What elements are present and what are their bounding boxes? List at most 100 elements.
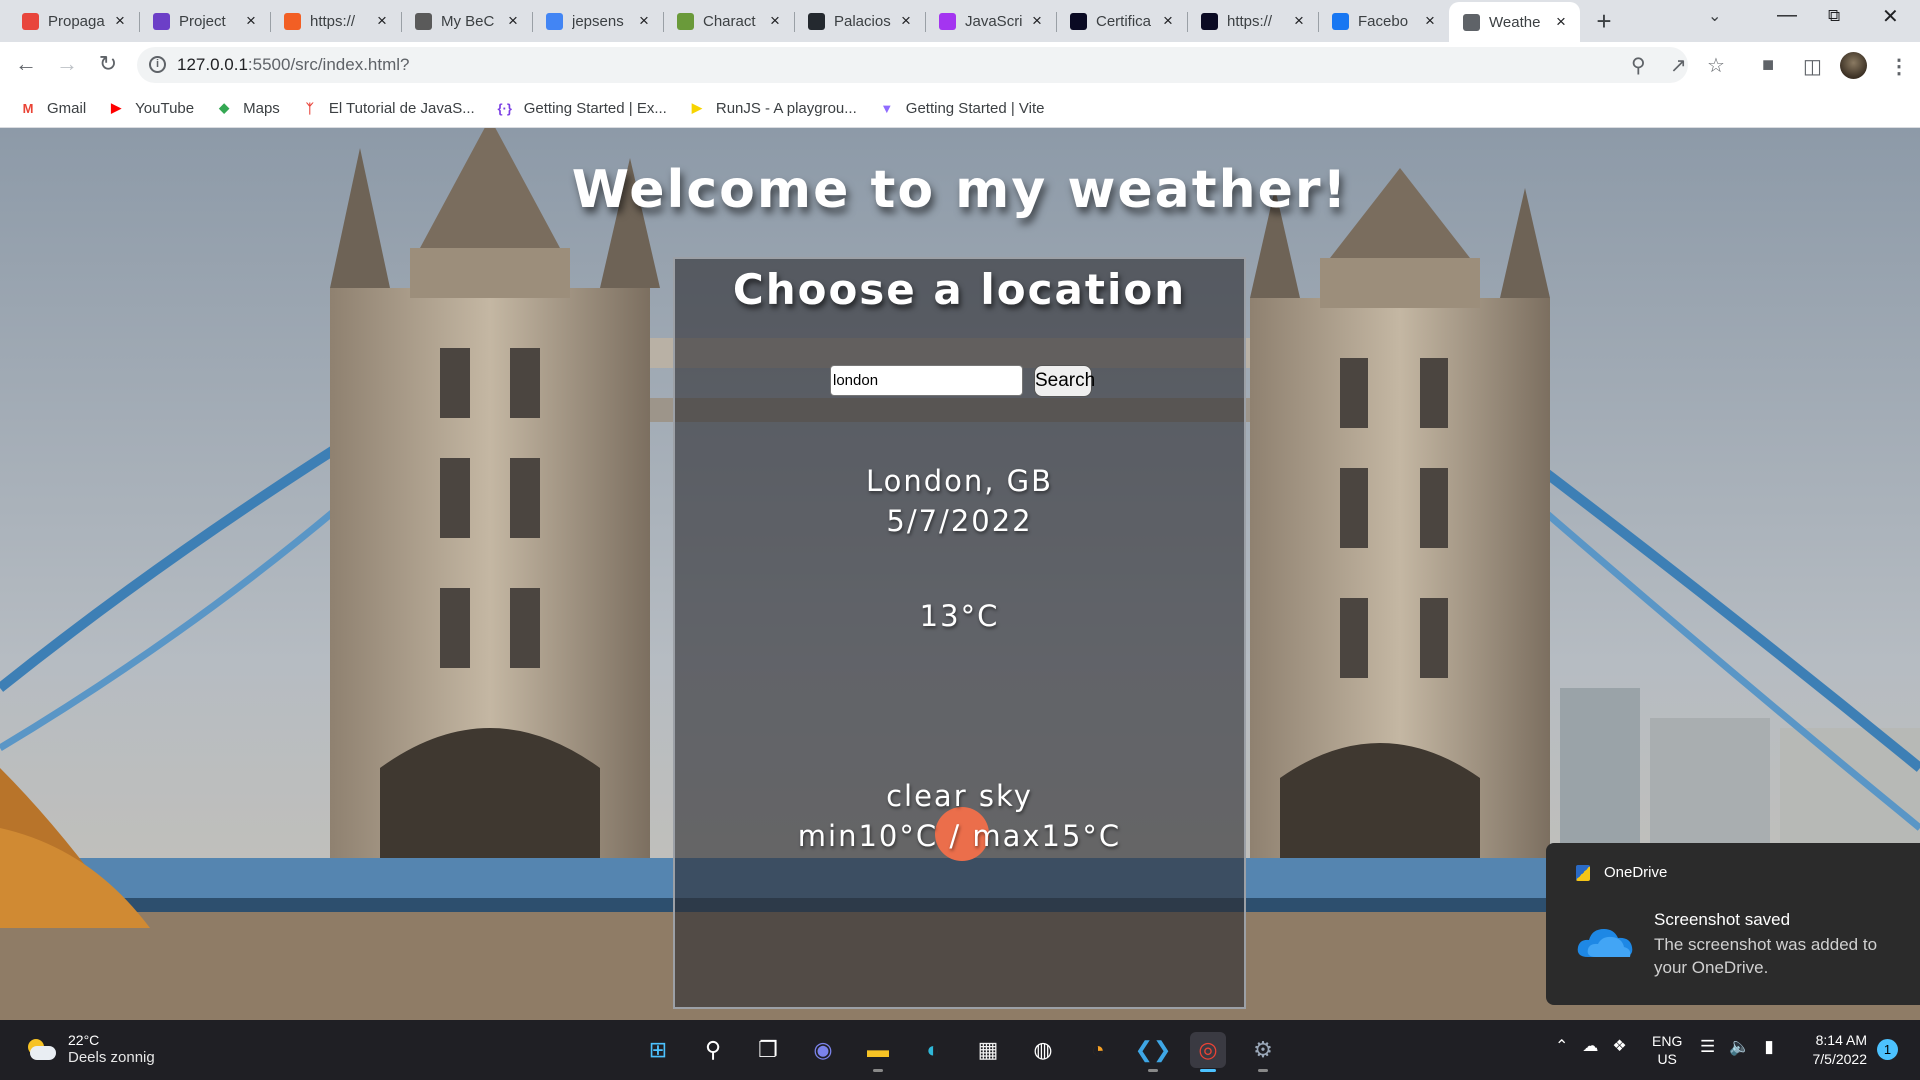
bookmark-item[interactable]: ▼ Getting Started | Vite bbox=[878, 100, 1044, 117]
bookmark-item[interactable]: ▶ YouTube bbox=[107, 100, 194, 117]
browser-tab[interactable]: jepsens × bbox=[532, 0, 663, 42]
running-indicator bbox=[1148, 1069, 1158, 1072]
tab-title: Certifica bbox=[1096, 12, 1152, 30]
close-tab-icon[interactable]: × bbox=[1552, 12, 1570, 32]
store-icon[interactable]: ▦ bbox=[970, 1032, 1006, 1068]
chrome-icon[interactable]: ◎ bbox=[1190, 1032, 1226, 1072]
tray-overflow-chevron-icon[interactable]: ⌃ bbox=[1555, 1036, 1568, 1056]
settings-icon[interactable]: ⚙ bbox=[1245, 1032, 1281, 1072]
close-tab-icon[interactable]: × bbox=[897, 11, 915, 31]
url-text[interactable]: 127.0.0.1:5500/src/index.html? bbox=[177, 55, 410, 75]
toast-body: The screenshot was added to your OneDriv… bbox=[1654, 935, 1878, 977]
github-icon bbox=[808, 12, 825, 30]
start-icon[interactable]: ⊞ bbox=[640, 1032, 676, 1068]
close-tab-icon[interactable]: × bbox=[373, 11, 391, 31]
gmail-icon: M bbox=[22, 100, 34, 116]
browser-tab[interactable]: JavaScri × bbox=[925, 0, 1056, 42]
onedrive-tray-icon[interactable]: ☁ bbox=[1582, 1036, 1598, 1056]
file-explorer-icon[interactable]: ▬ bbox=[860, 1032, 896, 1072]
back-icon[interactable]: ← bbox=[12, 51, 40, 77]
weather-description: clear sky bbox=[886, 779, 1033, 813]
close-tab-icon[interactable]: × bbox=[1159, 11, 1177, 31]
location-search-input[interactable] bbox=[830, 365, 1023, 396]
browser-toolbar: ← → ↻ i 127.0.0.1:5500/src/index.html? ⚲… bbox=[0, 42, 1920, 89]
site-info-icon[interactable]: i bbox=[149, 56, 166, 73]
google-g-icon bbox=[546, 12, 563, 30]
browser-tab[interactable]: https:// × bbox=[1187, 0, 1318, 42]
quick-settings[interactable]: ☰ 🔈 ▮ bbox=[1700, 1037, 1788, 1057]
freecodecamp-icon bbox=[1201, 12, 1218, 30]
taskbar-weather-widget[interactable]: 22°C Deels zonnig bbox=[24, 1032, 155, 1067]
swift-icon[interactable]: ◔ bbox=[1080, 1032, 1116, 1068]
tab-title: Weathe bbox=[1489, 13, 1541, 31]
character-icon bbox=[677, 12, 694, 30]
search-icon[interactable]: ⚲ bbox=[695, 1032, 731, 1068]
running-indicator bbox=[873, 1069, 883, 1072]
extensions-icon[interactable]: ■ bbox=[1762, 54, 1774, 77]
language-indicator[interactable]: ENG US bbox=[1652, 1032, 1682, 1068]
min-max-temperature: min10°C / max15°C bbox=[797, 819, 1122, 853]
browser-tab[interactable]: Weathe × bbox=[1449, 2, 1580, 42]
browser-tab[interactable]: Propaga × bbox=[8, 0, 139, 42]
edge-icon[interactable]: ◐ bbox=[915, 1032, 951, 1068]
close-tab-icon[interactable]: × bbox=[635, 11, 653, 31]
close-tab-icon[interactable]: × bbox=[242, 11, 260, 31]
teams-chat-icon[interactable]: ◉ bbox=[805, 1032, 841, 1068]
bookmark-item[interactable]: M Gmail bbox=[19, 100, 87, 117]
browser-tab[interactable]: Facebo × bbox=[1318, 0, 1449, 42]
tab-search-chevron-icon[interactable]: ⌄ bbox=[1708, 6, 1721, 26]
red-figure-icon bbox=[22, 12, 39, 30]
task-view-icon[interactable]: ❐ bbox=[750, 1032, 786, 1068]
close-tab-icon[interactable]: × bbox=[111, 11, 129, 31]
tab-title: JavaScri bbox=[965, 12, 1023, 30]
url-path: :5500/src/index.html? bbox=[247, 55, 410, 74]
weather-date: 5/7/2022 bbox=[886, 504, 1033, 538]
dropbox-tray-icon[interactable]: ❖ bbox=[1612, 1036, 1626, 1056]
bookmark-item[interactable]: ◆ Maps bbox=[215, 100, 280, 117]
new-tab-icon[interactable]: + bbox=[1584, 0, 1624, 42]
tab-strip: Propaga × Project × https:// × My BeC × jepsens ×… bbox=[0, 0, 1920, 42]
search-button[interactable]: Search bbox=[1034, 365, 1095, 397]
browser-tab[interactable]: https:// × bbox=[270, 0, 401, 42]
tab-title: https:// bbox=[310, 12, 356, 30]
vscode-icon[interactable]: ❮❯ bbox=[1135, 1032, 1171, 1072]
reload-icon[interactable]: ↻ bbox=[94, 51, 122, 77]
tab-title: Charact bbox=[703, 12, 756, 30]
facebook-icon bbox=[1332, 12, 1349, 30]
side-panel-icon[interactable]: ◫ bbox=[1803, 54, 1822, 79]
menu-kebab-icon[interactable]: ⋮ bbox=[1889, 54, 1909, 79]
browser-tab[interactable]: My BeC × bbox=[401, 0, 532, 42]
close-tab-icon[interactable]: × bbox=[1290, 11, 1308, 31]
browser-tab[interactable]: Palacios × bbox=[794, 0, 925, 42]
bookmark-item[interactable]: {·} Getting Started | Ex... bbox=[496, 100, 666, 117]
close-tab-icon[interactable]: × bbox=[1028, 11, 1046, 31]
notification-badge[interactable]: 1 bbox=[1877, 1039, 1898, 1060]
weather-temperature: 22°C bbox=[68, 1032, 100, 1048]
profile-avatar[interactable] bbox=[1840, 52, 1867, 79]
close-window-icon[interactable]: ✕ bbox=[1882, 4, 1899, 29]
browser-tab[interactable]: Certifica × bbox=[1056, 0, 1187, 42]
forward-icon[interactable]: → bbox=[53, 51, 81, 77]
toast-app-name: OneDrive bbox=[1604, 864, 1668, 881]
browser-tab[interactable]: Project × bbox=[139, 0, 270, 42]
taskbar-clock[interactable]: 8:14 AM 7/5/2022 bbox=[1804, 1031, 1868, 1069]
bookmark-item[interactable]: ▶ RunJS - A playgrou... bbox=[688, 100, 857, 117]
close-tab-icon[interactable]: × bbox=[766, 11, 784, 31]
orange-circle-icon bbox=[284, 12, 301, 30]
bookmark-star-icon[interactable]: ☆ bbox=[1707, 53, 1725, 78]
close-tab-icon[interactable]: × bbox=[1421, 11, 1439, 31]
wifi-icon: ☰ bbox=[1700, 1037, 1716, 1056]
browser-tab[interactable]: Charact × bbox=[663, 0, 794, 42]
share-icon[interactable]: ↗ bbox=[1670, 53, 1687, 78]
address-bar[interactable]: i 127.0.0.1:5500/src/index.html? ⚲ ↗ ☆ bbox=[137, 47, 1725, 83]
running-indicator bbox=[1200, 1069, 1216, 1072]
restore-icon[interactable]: ⧉ bbox=[1828, 6, 1840, 26]
minimize-icon[interactable]: — bbox=[1777, 4, 1797, 27]
github-desktop-icon[interactable]: ◍ bbox=[1025, 1032, 1061, 1068]
tab-title: Facebo bbox=[1358, 12, 1409, 30]
zoom-icon[interactable]: ⚲ bbox=[1631, 53, 1646, 78]
close-tab-icon[interactable]: × bbox=[504, 11, 522, 31]
bookmark-item[interactable]: ᛉ El Tutorial de JavaS... bbox=[301, 100, 475, 117]
language-code: ENG bbox=[1652, 1033, 1683, 1049]
onedrive-toast[interactable]: OneDrive Screenshot saved The screenshot… bbox=[1546, 843, 1920, 1005]
